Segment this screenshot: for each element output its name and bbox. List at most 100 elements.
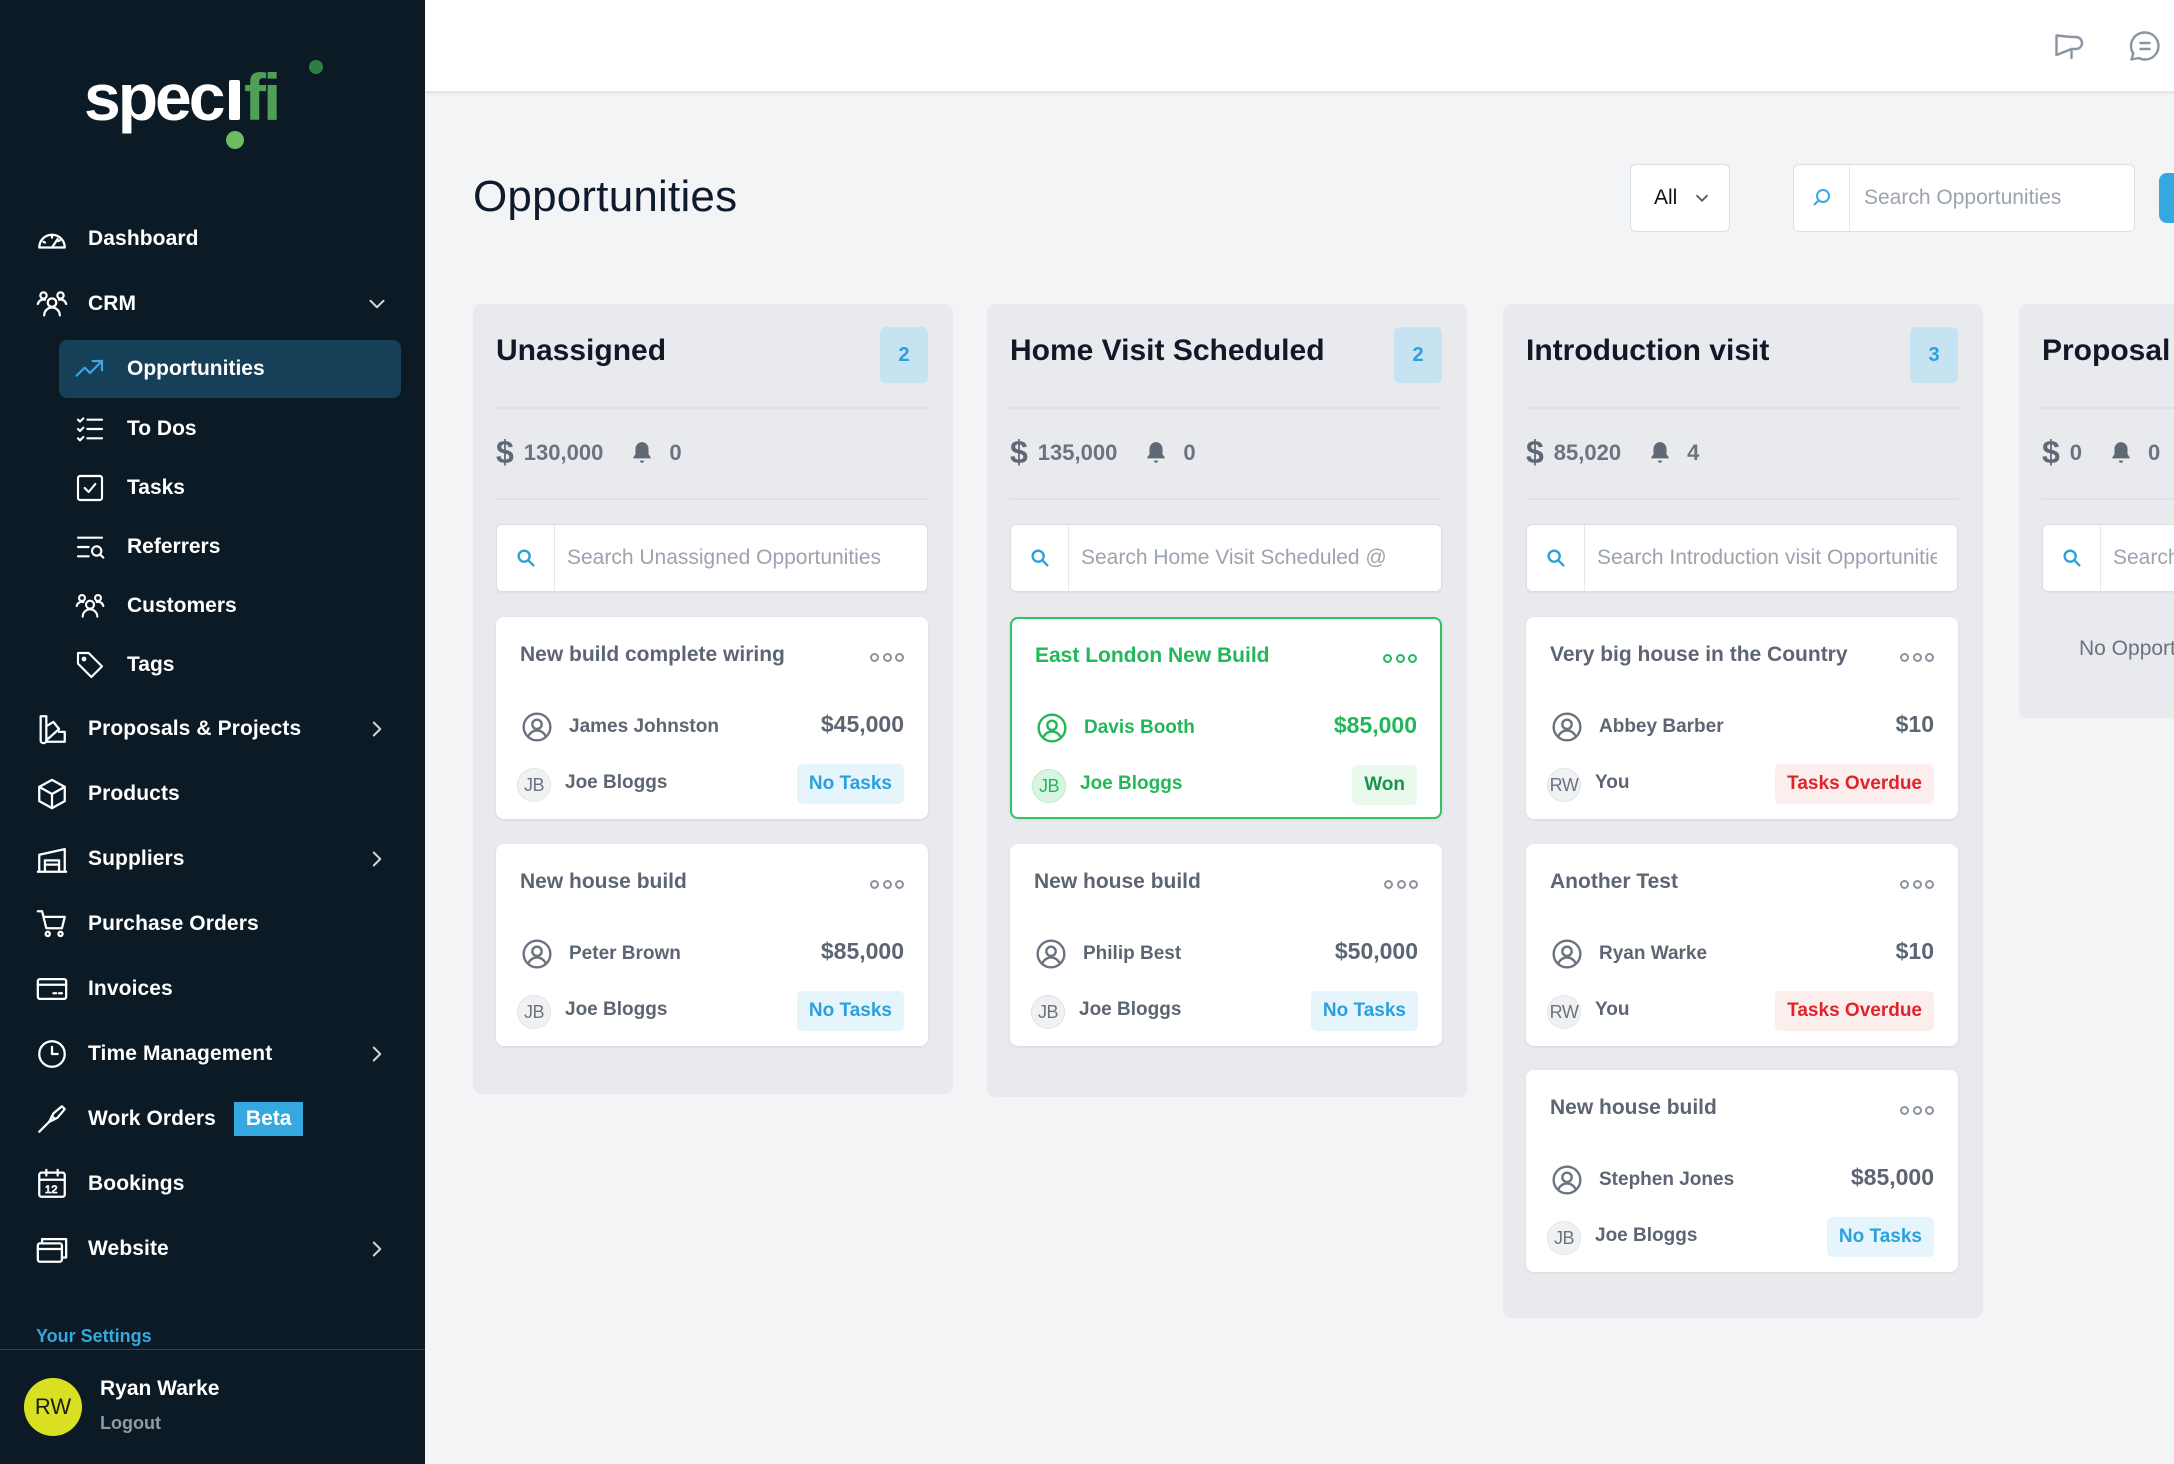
swatch-icon (34, 711, 70, 747)
chat-icon[interactable] (2127, 28, 2163, 64)
more-options-icon[interactable] (1900, 1103, 1934, 1117)
search-opportunities (1793, 164, 2135, 232)
search-icon (1527, 525, 1585, 591)
sidebar-item-tags[interactable]: Tags (59, 636, 401, 694)
warehouse-icon (34, 841, 70, 877)
cube-icon (34, 776, 70, 812)
opportunity-value: $10 (1895, 711, 1934, 737)
sidebar-item-todos[interactable]: To Dos (59, 400, 401, 458)
filter-dropdown[interactable]: All (1630, 164, 1730, 232)
user-circle-icon (521, 938, 553, 970)
opportunity-card[interactable]: Very big house in the Country Abbey Barb… (1526, 617, 1958, 819)
column-search-input[interactable] (1069, 546, 1421, 570)
opportunity-card[interactable]: New house build Philip Best $50,000 JB J… (1010, 844, 1442, 1046)
user-circle-icon (1035, 938, 1067, 970)
cart-icon (34, 906, 70, 942)
column-search-input[interactable] (1585, 546, 1937, 570)
more-options-icon[interactable] (1900, 877, 1934, 891)
owner-avatar: JB (1032, 769, 1066, 803)
add-opportunity-button[interactable] (2159, 173, 2174, 223)
column-count-badge: 2 (1394, 327, 1442, 383)
more-options-icon[interactable] (1383, 651, 1417, 665)
user-circle-icon (521, 711, 553, 743)
owner-avatar: JB (517, 995, 551, 1029)
sidebar-item-dashboard[interactable]: Dashboard (34, 213, 394, 265)
list-search-icon (73, 530, 107, 564)
search-opportunities-input[interactable] (1850, 186, 2120, 210)
task-status-badge: Won (1352, 765, 1417, 805)
more-options-icon[interactable] (1900, 650, 1934, 664)
column-title: Proposal (2042, 334, 2171, 367)
opportunity-title: Another Test (1550, 870, 1678, 893)
opportunity-card[interactable]: Another Test Ryan Warke $10 RW You Tasks… (1526, 844, 1958, 1046)
more-options-icon[interactable] (870, 650, 904, 664)
trending-up-icon (73, 352, 107, 386)
sidebar-item-tasks[interactable]: Tasks (59, 459, 401, 517)
empty-state: No Opportunities (2079, 637, 2174, 660)
sidebar-item-bookings[interactable]: 12 Bookings (34, 1158, 394, 1210)
column-search (496, 524, 928, 592)
sidebar-item-proposals-projects[interactable]: Proposals & Projects (34, 703, 394, 755)
column-stats: $ 130,000 0 (496, 434, 682, 471)
opportunity-card[interactable]: New house build Stephen Jones $85,000 JB… (1526, 1070, 1958, 1272)
opportunity-card[interactable]: New house build Peter Brown $85,000 JB J… (496, 844, 928, 1046)
more-options-icon[interactable] (1384, 877, 1418, 891)
chevron-right-icon[interactable] (364, 1041, 390, 1067)
owner-avatar: RW (1547, 995, 1581, 1029)
column-stats: $ 0 0 (2042, 434, 2160, 471)
customer-name: Ryan Warke (1599, 943, 1708, 964)
customer-name: Peter Brown (569, 943, 681, 964)
user-avatar[interactable]: RW (24, 1378, 82, 1436)
sidebar-item-work-orders[interactable]: Work Orders Beta (34, 1093, 394, 1145)
opportunity-value: $85,000 (820, 938, 904, 964)
opportunity-value: $85,000 (1850, 1164, 1934, 1190)
sidebar-item-customers[interactable]: Customers (59, 577, 401, 635)
sidebar-item-crm[interactable]: CRM (34, 278, 394, 330)
dollar-icon: $ (2042, 434, 2060, 470)
sidebar-item-products[interactable]: Products (34, 768, 394, 820)
sidebar-item-purchase-orders[interactable]: Purchase Orders (34, 898, 394, 950)
column-search-input[interactable] (555, 546, 907, 570)
logout-link[interactable]: Logout (100, 1413, 161, 1434)
megaphone-icon[interactable] (2052, 28, 2088, 64)
sidebar: spec fi Dashboard CRM Opportunities To D… (0, 0, 425, 1464)
opportunity-title: New house build (1034, 870, 1201, 893)
opportunity-title: New house build (520, 870, 687, 893)
specifi-logo[interactable]: spec fi (84, 58, 334, 158)
column-search (2042, 524, 2174, 592)
task-status-badge: No Tasks (796, 991, 904, 1031)
svg-text:fi: fi (244, 60, 278, 134)
divider (1526, 407, 1958, 409)
sidebar-item-invoices[interactable]: Invoices (34, 963, 394, 1015)
sidebar-item-suppliers[interactable]: Suppliers (34, 833, 394, 885)
divider (2042, 498, 2174, 500)
sidebar-item-time-management[interactable]: Time Management (34, 1028, 394, 1080)
task-status-badge: Tasks Overdue (1775, 991, 1934, 1031)
sidebar-divider (0, 1349, 425, 1350)
chevron-right-icon[interactable] (364, 716, 390, 742)
checkbox-icon (73, 471, 107, 505)
dollar-icon: $ (496, 434, 514, 470)
column-search-input[interactable] (2101, 546, 2174, 570)
dollar-icon: $ (1010, 434, 1028, 470)
filter-selected-value: All (1654, 186, 1678, 209)
chevron-down-icon[interactable] (364, 291, 390, 317)
owner-name: Joe Bloggs (1595, 1225, 1698, 1246)
sidebar-item-opportunities[interactable]: Opportunities (59, 340, 401, 398)
checklist-icon (73, 412, 107, 446)
opportunity-card[interactable]: East London New Build Davis Booth $85,00… (1010, 617, 1442, 819)
chevron-right-icon[interactable] (364, 1236, 390, 1262)
your-settings-link[interactable]: Your Settings (36, 1326, 152, 1347)
chevron-down-icon (1691, 187, 1713, 209)
pipeline-column: Home Visit Scheduled 2 $ 135,000 0 East L… (987, 304, 1467, 1097)
opportunity-card[interactable]: New build complete wiring James Johnston… (496, 617, 928, 819)
bell-icon (629, 440, 655, 466)
more-options-icon[interactable] (870, 877, 904, 891)
chevron-right-icon[interactable] (364, 846, 390, 872)
task-status-badge: No Tasks (1826, 1217, 1934, 1257)
sidebar-item-website[interactable]: Website (34, 1223, 394, 1275)
users-group-icon (73, 589, 107, 623)
sidebar-item-referrers[interactable]: Referrers (59, 518, 401, 576)
column-stats: $ 85,020 4 (1526, 434, 1699, 471)
bell-icon (2108, 440, 2134, 466)
